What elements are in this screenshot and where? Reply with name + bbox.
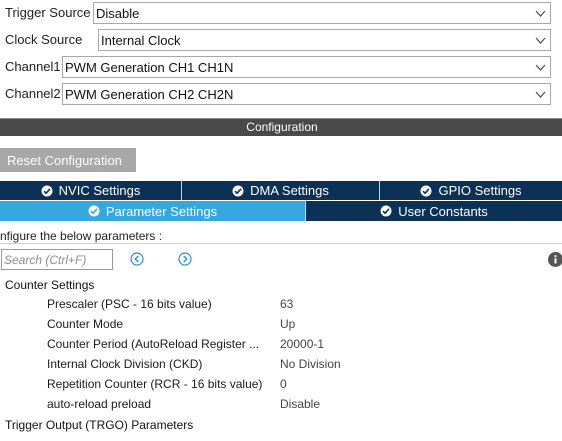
- param-row[interactable]: auto-reload preload Disable: [0, 394, 562, 414]
- param-value[interactable]: Up: [280, 317, 295, 331]
- section-counter-settings[interactable]: Counter Settings: [5, 278, 94, 292]
- channel2-select[interactable]: PWM Generation CH2 CH2N: [62, 83, 551, 105]
- channel1-row: Channel1 PWM Generation CH1 CH1N: [0, 54, 562, 81]
- tab-dma-settings[interactable]: DMA Settings: [182, 181, 380, 200]
- configuration-header: Configuration: [0, 118, 562, 136]
- check-circle-icon: [420, 185, 432, 196]
- tab-user-constants[interactable]: User Constants: [306, 201, 562, 221]
- search-input[interactable]: [4, 252, 108, 267]
- param-value[interactable]: Disable: [280, 397, 320, 411]
- divider: [0, 243, 562, 244]
- tab-row-2: Parameter Settings User Constants: [0, 201, 562, 221]
- check-circle-icon: [380, 205, 392, 217]
- clock-source-row: Clock Source Internal Clock: [0, 27, 562, 54]
- clock-source-label: Clock Source: [5, 32, 83, 47]
- channel2-value: PWM Generation CH2 CH2N: [65, 87, 234, 102]
- param-name: Repetition Counter (RCR - 16 bits value): [47, 377, 263, 391]
- chevron-left-circle-icon[interactable]: [130, 252, 144, 266]
- tab-parameter-settings[interactable]: Parameter Settings: [0, 201, 306, 221]
- param-name: Prescaler (PSC - 16 bits value): [47, 297, 212, 311]
- tab-label: Parameter Settings: [105, 203, 218, 219]
- parameters-hint: nfigure the below parameters :: [0, 229, 163, 243]
- channel2-label: Channel2: [5, 86, 61, 101]
- info-icon[interactable]: [548, 252, 562, 267]
- chevron-down-icon: [535, 37, 546, 44]
- param-name: Counter Mode: [47, 317, 124, 331]
- trigger-source-row: Trigger Source Disable: [0, 0, 562, 27]
- channel1-select[interactable]: PWM Generation CH1 CH1N: [62, 56, 551, 78]
- param-value[interactable]: 63: [280, 297, 293, 311]
- trigger-source-value: Disable: [96, 6, 140, 21]
- param-row[interactable]: Prescaler (PSC - 16 bits value) 63: [0, 294, 562, 314]
- chevron-down-icon: [535, 64, 546, 71]
- divider: [0, 118, 562, 119]
- section-trigger-output[interactable]: Trigger Output (TRGO) Parameters: [5, 418, 193, 432]
- search-box: [1, 249, 113, 270]
- param-row[interactable]: Repetition Counter (RCR - 16 bits value)…: [0, 374, 562, 394]
- param-name: Counter Period (AutoReload Register ...: [47, 337, 260, 351]
- check-circle-icon: [88, 205, 100, 217]
- mode-panel: Trigger Source Disable Clock Source Inte…: [0, 0, 562, 110]
- tab-gpio-settings[interactable]: GPIO Settings: [380, 181, 562, 200]
- param-value[interactable]: 0: [280, 377, 287, 391]
- reset-configuration-button[interactable]: Reset Configuration: [0, 148, 136, 172]
- trigger-source-label: Trigger Source: [5, 5, 91, 20]
- check-circle-icon: [232, 185, 244, 196]
- param-name: Internal Clock Division (CKD): [47, 357, 203, 371]
- clock-source-value: Internal Clock: [101, 33, 181, 48]
- channel1-value: PWM Generation CH1 CH1N: [65, 60, 234, 75]
- channel2-row: Channel2 PWM Generation CH2 CH2N: [0, 81, 562, 108]
- param-value[interactable]: 20000-1: [280, 337, 324, 351]
- check-circle-icon: [41, 185, 53, 196]
- param-value[interactable]: No Division: [280, 357, 341, 371]
- tab-label: DMA Settings: [250, 183, 329, 198]
- tab-nvic-settings[interactable]: NVIC Settings: [0, 181, 182, 200]
- param-row[interactable]: Counter Mode Up: [0, 314, 562, 334]
- param-row[interactable]: Counter Period (AutoReload Register ... …: [0, 334, 562, 354]
- tab-label: NVIC Settings: [58, 183, 141, 198]
- chevron-down-icon: [535, 91, 546, 98]
- trigger-source-select[interactable]: Disable: [93, 2, 551, 24]
- param-name: auto-reload preload: [47, 397, 152, 411]
- clock-source-select[interactable]: Internal Clock: [98, 29, 551, 51]
- channel1-label: Channel1: [5, 59, 61, 74]
- chevron-down-icon: [535, 10, 546, 17]
- param-row[interactable]: Internal Clock Division (CKD) No Divisio…: [0, 354, 562, 374]
- tab-label: GPIO Settings: [438, 183, 522, 198]
- configuration-title: Configuration: [246, 120, 318, 134]
- tab-label: User Constants: [398, 203, 488, 219]
- tab-row-1: NVIC Settings DMA Settings GPIO Settings: [0, 181, 562, 200]
- chevron-right-circle-icon[interactable]: [178, 252, 192, 266]
